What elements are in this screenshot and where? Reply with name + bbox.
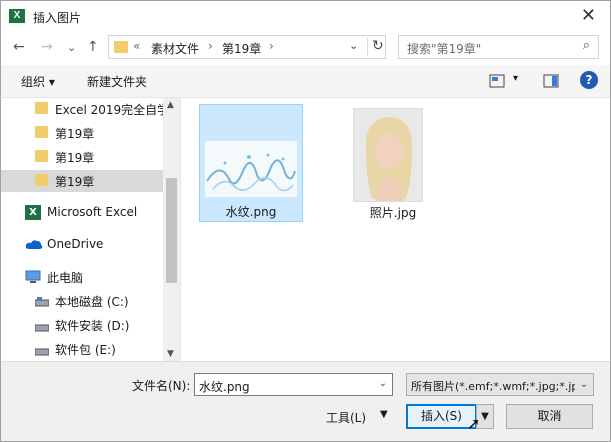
drive-icon bbox=[34, 321, 50, 335]
sidebar-item-label: 第19章 bbox=[55, 151, 95, 165]
sidebar-item-label: 此电脑 bbox=[47, 271, 84, 285]
chevron-down-icon[interactable]: ⌄ bbox=[349, 39, 358, 52]
sidebar-item-onedrive[interactable]: OneDrive bbox=[1, 234, 164, 256]
scroll-up-icon[interactable]: ▲ bbox=[167, 100, 174, 110]
cancel-button[interactable]: 取消 bbox=[506, 404, 593, 429]
back-button[interactable]: ← bbox=[13, 39, 25, 55]
search-input[interactable]: 搜索"第19章" ⌕ bbox=[398, 35, 599, 59]
sidebar-item-label: OneDrive bbox=[47, 237, 104, 251]
file-thumbnail bbox=[353, 108, 423, 202]
filename-value: 水纹.png bbox=[199, 380, 250, 394]
cloud-icon bbox=[25, 239, 43, 253]
title-bar: X 插入图片 ✕ bbox=[0, 0, 611, 31]
sidebar-item-folder[interactable]: 第19章 bbox=[1, 146, 164, 168]
excel-icon: X bbox=[25, 205, 41, 220]
sidebar-item-label: 软件包 (E:) bbox=[55, 343, 116, 357]
sidebar-item-microsoft-excel[interactable]: X Microsoft Excel bbox=[1, 202, 164, 224]
tools-dropdown-icon[interactable]: ▼ bbox=[380, 409, 388, 420]
sidebar-item-label: 软件安装 (D:) bbox=[55, 319, 130, 333]
sidebar-item-label: 第19章 bbox=[55, 175, 95, 189]
mouse-cursor-icon: ➚ bbox=[467, 414, 481, 433]
search-icon[interactable]: ⌕ bbox=[583, 38, 590, 53]
path-overflow[interactable]: « bbox=[133, 39, 140, 53]
folder-icon bbox=[114, 41, 128, 53]
address-bar[interactable]: « 素材文件 › 第19章 › ⌄ ↻ bbox=[108, 35, 386, 59]
sidebar-item-label: Excel 2019完全自学 bbox=[55, 103, 170, 117]
breadcrumb-separator[interactable]: › bbox=[269, 39, 274, 53]
sidebar-item-folder-selected[interactable]: 第19章 bbox=[1, 170, 164, 192]
file-name: 水纹.png bbox=[225, 205, 277, 219]
file-name: 照片.jpg bbox=[369, 206, 417, 220]
file-thumbnail bbox=[205, 141, 297, 197]
refresh-icon[interactable]: ↻ bbox=[367, 38, 384, 56]
organize-button[interactable]: 组织 ▾ bbox=[21, 73, 55, 90]
breadcrumb-separator[interactable]: › bbox=[208, 39, 213, 53]
drive-icon bbox=[34, 296, 50, 310]
sidebar-scrollbar[interactable]: ▲ ▼ bbox=[163, 98, 180, 361]
chevron-down-icon[interactable]: ⌄ bbox=[575, 374, 593, 395]
filename-label: 文件名(N): bbox=[132, 379, 191, 393]
sidebar-item-drive-e[interactable]: 软件包 (E:) bbox=[1, 338, 164, 360]
sidebar-item-drive-d[interactable]: 软件安装 (D:) bbox=[1, 314, 164, 336]
file-item[interactable]: 照片.jpg bbox=[341, 104, 445, 222]
filename-input[interactable]: 水纹.png ⌄ bbox=[194, 373, 393, 396]
folder-icon bbox=[35, 174, 48, 186]
excel-icon: X bbox=[9, 9, 25, 23]
navigation-bar: ← → ⌄ ↑ « 素材文件 › 第19章 › ⌄ ↻ 搜索"第19章" ⌕ bbox=[0, 31, 611, 65]
scroll-down-icon[interactable]: ▼ bbox=[167, 349, 174, 359]
close-icon[interactable]: ✕ bbox=[581, 5, 596, 26]
preview-pane-icon[interactable] bbox=[543, 74, 559, 91]
folder-icon bbox=[35, 150, 48, 162]
scrollbar-thumb[interactable] bbox=[166, 178, 177, 283]
forward-button[interactable]: → bbox=[41, 39, 53, 55]
sidebar-item-drive-c[interactable]: 本地磁盘 (C:) bbox=[1, 290, 164, 312]
folder-icon bbox=[35, 126, 48, 138]
sidebar-item-label: 第19章 bbox=[55, 127, 95, 141]
up-button[interactable]: ↑ bbox=[87, 39, 99, 55]
sidebar-item-folder[interactable]: 第19章 bbox=[1, 122, 164, 144]
tools-button[interactable]: 工具(L) bbox=[326, 409, 366, 426]
sidebar-item-folder[interactable]: Excel 2019完全自学 bbox=[1, 98, 169, 120]
new-folder-button[interactable]: 新建文件夹 bbox=[87, 73, 147, 90]
folder-icon bbox=[35, 102, 48, 114]
breadcrumb-segment[interactable]: 第19章 bbox=[222, 40, 261, 57]
file-type-select[interactable]: 所有图片(*.emf;*.wmf;*.jpg;*.jp ⌄ bbox=[406, 373, 594, 396]
window-title: 插入图片 bbox=[33, 11, 82, 25]
computer-icon bbox=[25, 270, 41, 287]
file-item-selected[interactable]: 水纹.png bbox=[199, 104, 303, 222]
sidebar-item-label: 本地磁盘 (C:) bbox=[55, 295, 129, 309]
sidebar-item-label: Microsoft Excel bbox=[47, 205, 138, 219]
sidebar-item-this-pc[interactable]: 此电脑 bbox=[1, 266, 164, 288]
chevron-down-icon[interactable]: ⌄ bbox=[379, 378, 387, 389]
search-placeholder: 搜索"第19章" bbox=[407, 42, 482, 56]
navigation-pane: Excel 2019完全自学 第19章 第19章 第19章 X Microsof… bbox=[0, 98, 180, 361]
breadcrumb-segment[interactable]: 素材文件 bbox=[151, 40, 199, 57]
file-list: 水纹.png 照片.jpg bbox=[180, 98, 611, 361]
recent-locations-button[interactable]: ⌄ bbox=[67, 41, 76, 54]
toolbar: 组织 ▾ 新建文件夹 ▾ ? bbox=[0, 65, 611, 98]
help-icon[interactable]: ? bbox=[580, 71, 598, 89]
dialog-footer: 文件名(N): 水纹.png ⌄ 所有图片(*.emf;*.wmf;*.jpg;… bbox=[0, 361, 611, 442]
chevron-down-icon[interactable]: ▾ bbox=[513, 73, 518, 84]
drive-icon bbox=[34, 345, 50, 359]
file-type-value: 所有图片(*.emf;*.wmf;*.jpg;*.jp bbox=[411, 380, 579, 393]
view-options-icon[interactable] bbox=[489, 74, 505, 91]
